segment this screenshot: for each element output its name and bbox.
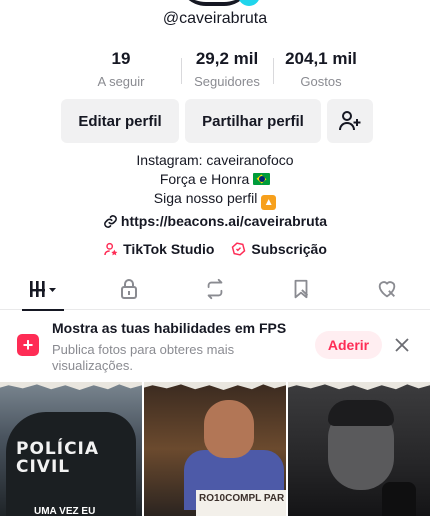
username: @caveirabruta	[162, 10, 268, 27]
profile-actions: Editar perfil Partilhar perfil	[61, 99, 373, 143]
bio: Instagram: caveiranofoco Força e Honra S…	[0, 151, 430, 210]
torn-edge	[144, 382, 286, 390]
promo-banner: + Mostra as tuas habilidades em FPS Publ…	[0, 310, 430, 380]
person-head	[204, 400, 254, 458]
videos-grid-icon	[30, 280, 56, 297]
subscription-button[interactable]: Subscrição	[230, 241, 327, 257]
promo-title: Mostra as tuas habilidades em FPS	[52, 320, 287, 336]
stat-following-label: A seguir	[97, 74, 145, 89]
bio-link-text: https://beacons.ai/caveirabruta	[120, 213, 328, 229]
bio-line-motto: Força e Honra	[0, 170, 430, 189]
subscription-label: Subscrição	[251, 241, 327, 257]
person-add-icon	[339, 111, 361, 131]
stats-row: 19 A seguir 29,2 mil Seguidores 204,1 mi…	[0, 48, 430, 90]
lock-icon	[121, 278, 137, 299]
tab-reposts[interactable]	[190, 268, 240, 310]
liked-icon	[378, 280, 396, 297]
subscription-icon	[232, 242, 246, 256]
bio-line-instagram: Instagram: caveiranofoco	[136, 152, 294, 168]
close-icon[interactable]	[393, 336, 411, 354]
repost-icon	[207, 278, 223, 299]
bio-follow-text: Siga nosso perfil	[153, 190, 258, 206]
bio-link[interactable]: https://beacons.ai/caveirabruta	[0, 213, 430, 229]
tab-liked[interactable]	[362, 268, 412, 310]
join-button[interactable]: Aderir	[315, 331, 382, 359]
saved-icon	[294, 279, 309, 298]
shortcuts-row: TikTok Studio Subscrição	[0, 241, 430, 257]
tab-videos[interactable]	[18, 268, 68, 311]
add-friend-button[interactable]	[327, 99, 373, 143]
tiktok-studio-button[interactable]: TikTok Studio	[103, 241, 214, 257]
stat-likes[interactable]: 204,1 mil Gostos	[273, 48, 369, 90]
plus-icon: +	[17, 334, 39, 356]
stat-likes-label: Gostos	[300, 74, 342, 89]
microphone	[382, 482, 416, 516]
video-overlay-text: POLÍCIA CIVIL	[16, 439, 100, 477]
video-grid: POLÍCIA CIVIL UMA VEZ EU RO10COMPL PAR	[0, 382, 430, 516]
link-icon	[104, 215, 117, 228]
profile-tabs	[0, 268, 430, 311]
brazil-flag-icon	[253, 173, 271, 185]
stat-following-value: 19	[111, 49, 131, 68]
video-thumbnail[interactable]	[288, 382, 430, 516]
bio-line-follow: Siga nosso perfil ▲	[0, 189, 430, 210]
edit-profile-button[interactable]: Editar perfil	[61, 99, 179, 143]
video-overlay-text: RO10COMPL PAR	[196, 490, 286, 516]
video-thumbnail[interactable]: POLÍCIA CIVIL UMA VEZ EU	[0, 382, 142, 516]
tiktok-studio-label: TikTok Studio	[123, 241, 215, 257]
tab-saved[interactable]	[276, 268, 326, 310]
stat-followers-label: Seguidores	[194, 74, 260, 89]
up-arrow-icon: ▲	[261, 195, 277, 210]
video-caption: UMA VEZ EU	[34, 506, 96, 516]
avatar-badge[interactable]	[238, 0, 260, 6]
video-thumbnail[interactable]: RO10COMPL PAR	[144, 382, 286, 516]
person-hair	[328, 400, 394, 426]
stat-followers[interactable]: 29,2 mil Seguidores	[181, 48, 273, 90]
stat-following[interactable]: 19 A seguir	[61, 48, 181, 90]
promo-subtitle: Publica fotos para obteres mais visualiz…	[52, 342, 235, 373]
stat-followers-value: 29,2 mil	[195, 49, 259, 68]
torn-edge	[0, 382, 142, 390]
studio-icon	[104, 242, 118, 256]
stat-likes-value: 204,1 mil	[285, 49, 357, 68]
share-profile-button[interactable]: Partilhar perfil	[185, 99, 321, 143]
torn-edge	[288, 382, 430, 390]
tab-private[interactable]	[104, 268, 154, 310]
bio-motto-text: Força e Honra	[159, 171, 250, 187]
